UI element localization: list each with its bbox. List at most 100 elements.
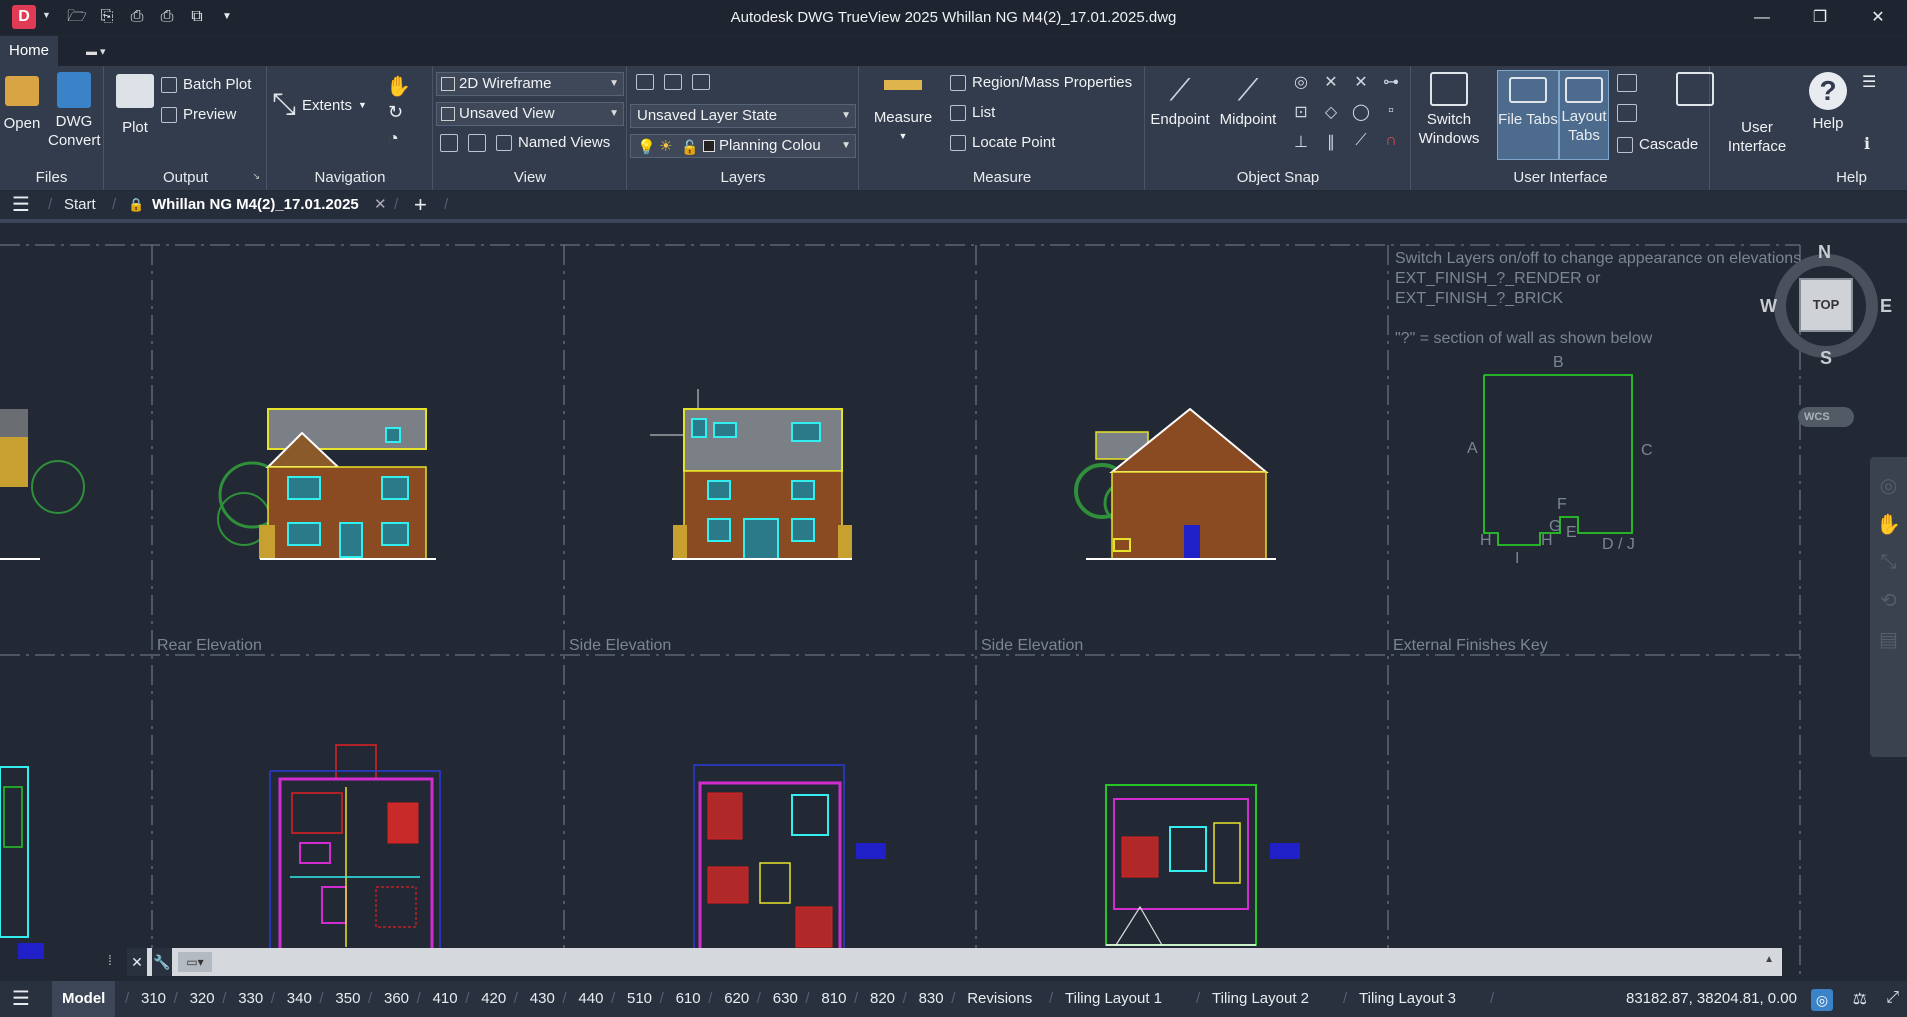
list-button[interactable]: List <box>950 104 995 121</box>
menu-lines-icon[interactable]: ☰ <box>1862 72 1876 92</box>
layout-tab[interactable]: Tiling Layout 2 <box>1212 981 1309 1017</box>
close-button[interactable]: ✕ <box>1849 0 1907 35</box>
info-icon[interactable]: ℹ <box>1864 134 1870 154</box>
layout-tab[interactable]: 430 <box>530 981 555 1017</box>
node-snap-icon[interactable]: ⊡ <box>1286 102 1316 122</box>
layer-properties-icon[interactable] <box>636 74 654 90</box>
minimize-button[interactable]: — <box>1733 0 1791 35</box>
layout-tab[interactable]: Tiling Layout 3 <box>1359 981 1456 1017</box>
cascade-button[interactable]: Cascade <box>1617 136 1698 153</box>
quadrant-snap-icon[interactable]: ◇ <box>1316 102 1346 122</box>
tab-current-drawing[interactable]: Whillan NG M4(2)_17.01.2025 <box>152 191 359 219</box>
annotation-scale-icon[interactable]: ⚖ <box>1853 989 1867 1009</box>
steering-wheel-icon[interactable]: ◔ <box>388 128 399 149</box>
pan-hand-icon[interactable]: ✋ <box>1876 512 1901 537</box>
3d-box-icon[interactable] <box>468 134 486 152</box>
layout-tab[interactable]: 410 <box>433 981 458 1017</box>
extents-button[interactable]: ⤡ Extents ▼ <box>272 88 367 122</box>
tab-start[interactable]: Start <box>64 191 96 219</box>
parallel-snap-icon[interactable]: ∥ <box>1316 132 1346 152</box>
close-tab-icon[interactable]: ✕ <box>374 191 387 219</box>
layout-tab[interactable]: 820 <box>870 981 895 1017</box>
layout-tab[interactable]: 360 <box>384 981 409 1017</box>
preview-button[interactable]: Preview <box>161 106 236 123</box>
region-mass-properties-button[interactable]: Region/Mass Properties <box>950 74 1132 91</box>
perpendicular-snap-icon[interactable]: ⊥ <box>1286 132 1316 152</box>
help-button[interactable]: ? Help <box>1798 72 1858 133</box>
tile-horizontal-icon[interactable] <box>1617 74 1637 92</box>
user-interface-button[interactable] <box>1642 72 1714 110</box>
layout-tab[interactable]: Revisions <box>967 981 1032 1017</box>
drawing-canvas[interactable]: Switch Layers on/off to change appearanc… <box>0 227 1907 980</box>
layout-tab[interactable]: Tiling Layout 1 <box>1065 981 1162 1017</box>
current-layer-dropdown[interactable]: 💡 ☀ 🔓 Planning Colou ▼ <box>630 134 856 158</box>
compass-east[interactable]: E <box>1880 296 1892 317</box>
intersection-snap-icon[interactable]: ✕ <box>1316 72 1346 92</box>
measure-button[interactable]: Measure ▼ <box>870 76 936 146</box>
showmotion-icon[interactable]: ▤ <box>1879 627 1898 652</box>
named-views-button[interactable]: Named Views <box>496 134 610 151</box>
new-tab-button[interactable]: + <box>414 191 427 219</box>
command-prompt-icon[interactable]: ▭▾ <box>178 952 212 972</box>
orbit-icon[interactable]: ⟲ <box>1880 588 1897 613</box>
layout-tab[interactable]: 510 <box>627 981 652 1017</box>
layout-tab[interactable]: 610 <box>676 981 701 1017</box>
center-snap-icon[interactable]: ◎ <box>1286 72 1316 92</box>
steering-wheel-icon[interactable]: ◎ <box>1880 473 1897 498</box>
orbit-icon[interactable]: ↻ <box>388 102 403 123</box>
layout-tab[interactable]: 340 <box>287 981 312 1017</box>
panel-launcher-icon[interactable]: ↘ <box>252 171 260 182</box>
layout-tab[interactable]: 420 <box>481 981 506 1017</box>
layer-state-dropdown[interactable]: Unsaved Layer State ▼ <box>630 104 856 128</box>
compass-south[interactable]: S <box>1820 348 1832 369</box>
nearest-snap-icon[interactable]: ⟋ <box>1346 132 1376 152</box>
snap-mode-icon[interactable]: ◎ <box>1811 989 1833 1011</box>
locate-point-button[interactable]: Locate Point <box>950 134 1055 151</box>
tab-home[interactable]: Home <box>0 36 59 66</box>
layout-tab[interactable]: 630 <box>773 981 798 1017</box>
midpoint-snap-button[interactable]: ⟋ Midpoint <box>1216 72 1280 129</box>
layout-tab[interactable]: 350 <box>335 981 360 1017</box>
layout-tab[interactable]: 810 <box>821 981 846 1017</box>
layer-iso-icon[interactable] <box>664 74 682 90</box>
command-grip-icon[interactable]: ⁞ <box>108 952 112 968</box>
dwg-convert-button[interactable]: DWG Convert <box>48 72 101 150</box>
customize-wrench-icon[interactable]: 🔧 <box>152 948 172 976</box>
viewcube[interactable]: TOP N S E W <box>1760 242 1892 372</box>
layout-tab[interactable]: 620 <box>724 981 749 1017</box>
tile-vertical-icon[interactable] <box>1617 104 1637 122</box>
magnet-icon[interactable]: ∩ <box>1376 132 1406 152</box>
apparent-intersection-icon[interactable]: ✕ <box>1346 72 1376 92</box>
restore-button[interactable]: ❐ <box>1791 0 1849 35</box>
viewport-close-icon[interactable]: ✕ <box>1845 227 1857 230</box>
tangent-snap-icon[interactable]: ◯ <box>1346 102 1376 122</box>
snap-tracking-icon[interactable]: ⊶ <box>1376 72 1406 92</box>
layout-tab[interactable]: 330 <box>238 981 263 1017</box>
layout-tab[interactable]: 440 <box>578 981 603 1017</box>
batch-plot-button[interactable]: Batch Plot <box>161 76 251 93</box>
switch-windows-button[interactable]: Switch Windows <box>1416 72 1482 148</box>
pan-hand-icon[interactable]: ✋ <box>386 74 411 99</box>
open-button[interactable]: Open <box>0 76 44 133</box>
zoom-extents-icon[interactable]: ⤡ <box>1881 551 1897 574</box>
ribbon-minimize-toggle-icon[interactable]: ▬ ▾ <box>86 45 114 58</box>
viewport-restore-icon[interactable]: ❐ <box>1821 227 1834 230</box>
fullscreen-icon[interactable]: ⤢ <box>1886 989 1899 1007</box>
command-history-chevron-icon[interactable]: ▲ <box>1764 954 1774 965</box>
hamburger-menu-icon[interactable]: ☰ <box>12 191 30 219</box>
endpoint-snap-button[interactable]: ⟋ Endpoint <box>1148 72 1212 129</box>
user-interface-label-wrap[interactable]: User Interface <box>1720 118 1794 156</box>
tab-model[interactable]: Model <box>52 981 116 1017</box>
viewcube-face-top[interactable]: TOP <box>1799 278 1853 332</box>
file-tabs-button[interactable]: File Tabs <box>1497 70 1559 160</box>
layer-on-icon[interactable] <box>692 74 710 90</box>
insertion-snap-icon[interactable]: ▫ <box>1376 102 1406 122</box>
compass-west[interactable]: W <box>1760 296 1777 317</box>
view-cube-icon[interactable] <box>440 134 458 152</box>
wcs-menu[interactable]: WCS <box>1798 407 1854 427</box>
layout-tab[interactable]: 310 <box>141 981 166 1017</box>
visual-style-dropdown[interactable]: 2D Wireframe ▼ <box>436 72 624 96</box>
viewport-minimize-icon[interactable]: — <box>1795 227 1809 230</box>
command-line[interactable]: ⁞ ✕ 🔧 ▭▾ ▲ <box>108 948 1782 976</box>
layout-tabs-button[interactable]: Layout Tabs <box>1559 70 1609 160</box>
